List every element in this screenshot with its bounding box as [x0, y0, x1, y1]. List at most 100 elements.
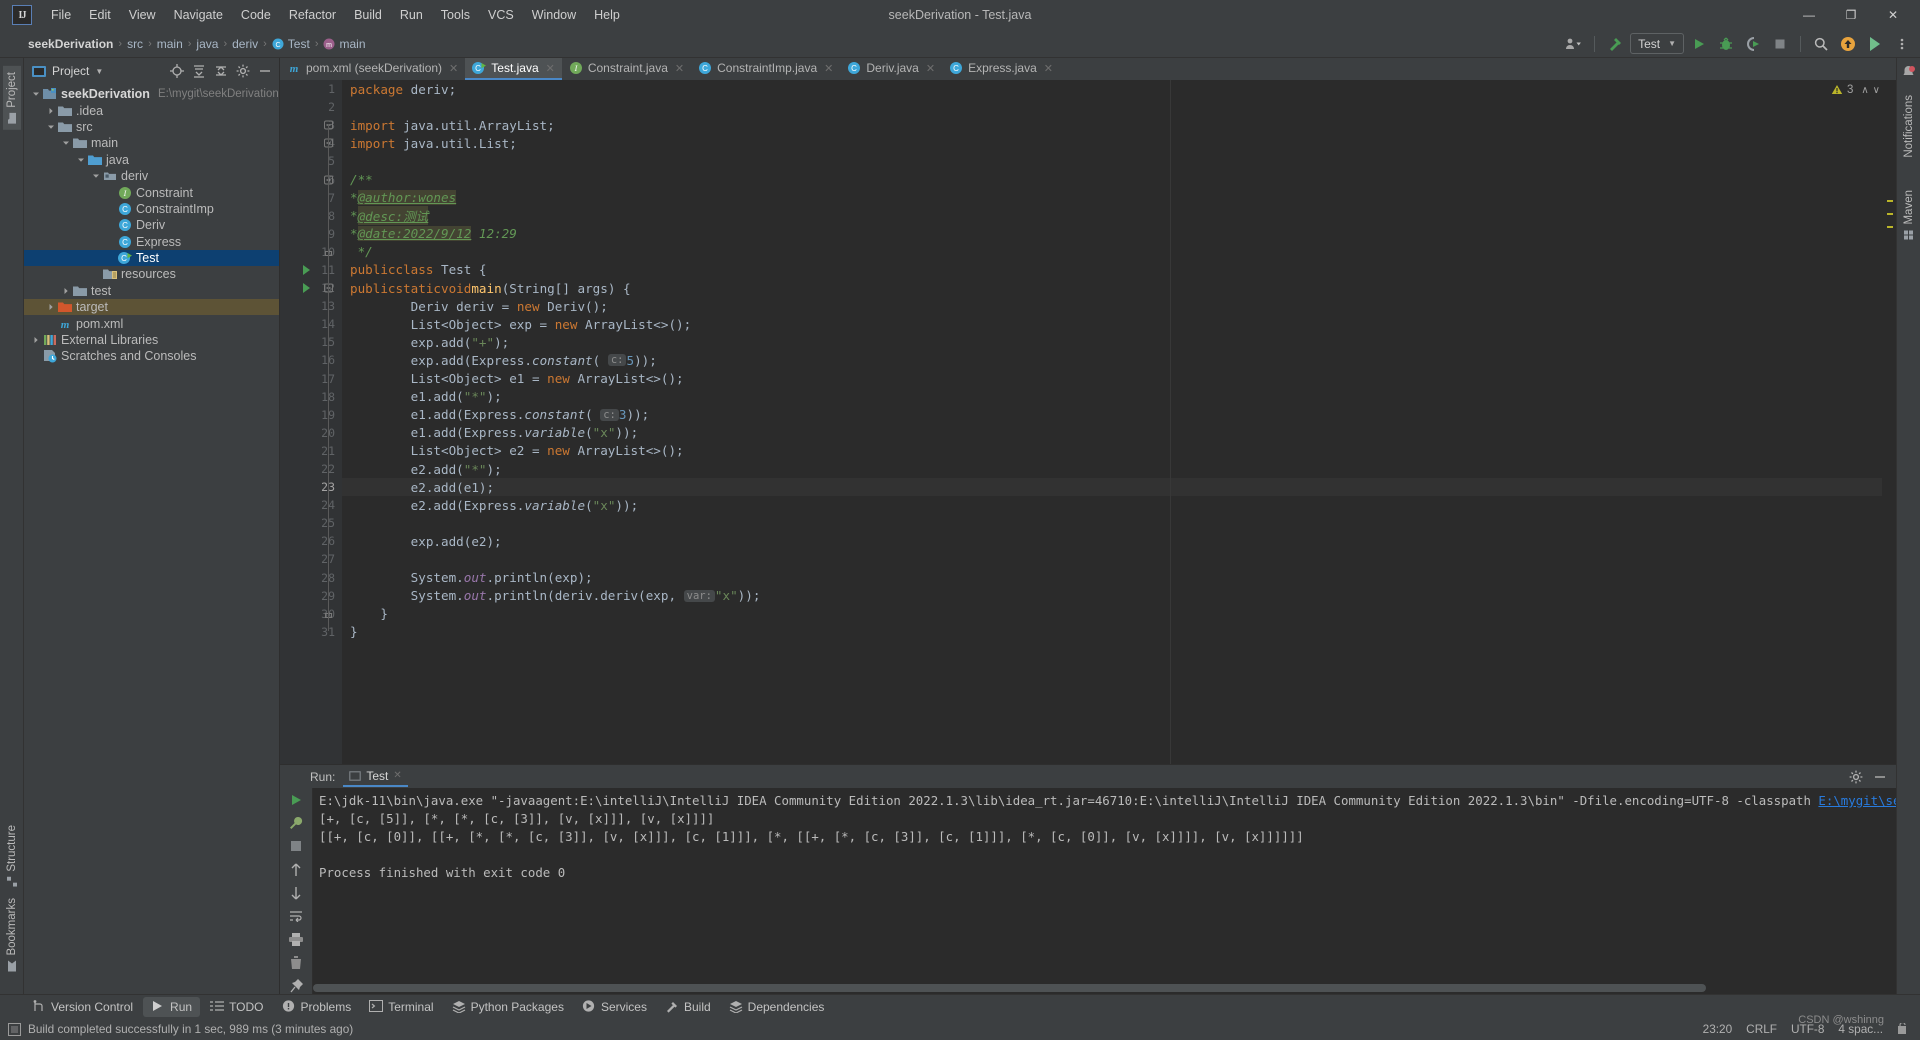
gutter-line-21[interactable]: 21: [280, 442, 342, 460]
search-everywhere-icon[interactable]: [1809, 33, 1833, 55]
gutter-line-3[interactable]: 3: [280, 116, 342, 134]
tree-node-seekderivation[interactable]: seekDerivation E:\mygit\seekDerivation: [24, 86, 279, 102]
print-icon[interactable]: [286, 932, 306, 947]
code-line-5[interactable]: [342, 152, 1882, 170]
menu-item-run[interactable]: Run: [391, 5, 432, 25]
debug-wrench-icon[interactable]: [286, 815, 306, 830]
code-line-22[interactable]: e2.add("*");: [342, 460, 1882, 478]
clear-all-icon[interactable]: [286, 955, 306, 970]
inspection-marker-strip[interactable]: [1882, 80, 1896, 764]
code-line-24[interactable]: e2.add(Express. variable("x"));: [342, 496, 1882, 514]
collapse-all-icon[interactable]: [211, 61, 231, 81]
tree-arrow-down[interactable]: [60, 138, 71, 149]
gutter-line-30[interactable]: 30: [280, 605, 342, 623]
update-project-icon[interactable]: [1836, 33, 1860, 55]
tree-arrow-down[interactable]: [30, 89, 41, 100]
project-tree[interactable]: seekDerivation E:\mygit\seekDerivation .id…: [24, 84, 279, 994]
tree-arrow-down[interactable]: [75, 154, 86, 165]
ide-feature-icon[interactable]: [1863, 33, 1887, 55]
tree-node-scratches-and-consoles[interactable]: Scratches and Consoles: [24, 348, 279, 364]
code-line-27[interactable]: [342, 550, 1882, 568]
bottom-tab-build[interactable]: Build: [657, 997, 719, 1017]
gutter-line-8[interactable]: 8: [280, 207, 342, 225]
maximize-button[interactable]: ❐: [1830, 1, 1872, 29]
editor-tab-test-java[interactable]: C Test.java ✕: [465, 58, 562, 80]
close-icon[interactable]: ✕: [675, 62, 684, 75]
nav-down-icon[interactable]: ∨: [1873, 85, 1880, 96]
menu-item-vcs[interactable]: VCS: [479, 5, 523, 25]
gutter-line-22[interactable]: 22: [280, 460, 342, 478]
gutter-line-27[interactable]: 27: [280, 550, 342, 568]
soft-wrap-icon[interactable]: [286, 909, 306, 924]
tree-node-deriv[interactable]: deriv: [24, 168, 279, 184]
editor-tab-bar[interactable]: m pom.xml (seekDerivation) ✕ C Test.java ✕ I Co…: [280, 58, 1896, 80]
menu-item-code[interactable]: Code: [232, 5, 280, 25]
breadcrumb-item-main[interactable]: main: [157, 37, 183, 51]
breadcrumb-item-test[interactable]: C Test: [272, 37, 310, 51]
console-horizontal-scrollbar[interactable]: [313, 984, 1896, 992]
stop-icon[interactable]: [286, 839, 306, 854]
expand-all-icon[interactable]: [189, 61, 209, 81]
code-line-6[interactable]: /**: [342, 170, 1882, 188]
tree-arrow-down[interactable]: [45, 121, 56, 132]
run-coverage-icon[interactable]: [1741, 33, 1765, 55]
line-separator[interactable]: CRLF: [1746, 1022, 1777, 1036]
gutter-line-29[interactable]: 29: [280, 587, 342, 605]
close-button[interactable]: ✕: [1872, 1, 1914, 29]
code-line-2[interactable]: [342, 98, 1882, 116]
code-text-area[interactable]: package deriv; import java.util.ArrayList…: [342, 80, 1882, 764]
tree-node-constraint[interactable]: I Constraint: [24, 184, 279, 200]
minimize-button[interactable]: —: [1788, 1, 1830, 29]
user-dropdown-icon[interactable]: [1562, 33, 1586, 55]
warning-marker[interactable]: [1887, 226, 1893, 228]
tree-arrow-right[interactable]: [45, 302, 56, 313]
gutter-line-15[interactable]: 15: [280, 333, 342, 351]
settings-gear-icon[interactable]: [1846, 767, 1866, 787]
tree-arrow-right[interactable]: [45, 105, 56, 116]
gutter-line-28[interactable]: 28: [280, 569, 342, 587]
run-icon[interactable]: [1687, 33, 1711, 55]
code-line-26[interactable]: exp.add(e2);: [342, 532, 1882, 550]
project-chevron-down-icon[interactable]: ▼: [95, 67, 103, 76]
gutter-line-24[interactable]: 24: [280, 496, 342, 514]
tree-node-main[interactable]: main: [24, 135, 279, 151]
gutter-line-2[interactable]: 2: [280, 98, 342, 116]
editor-tab-pom-xml--seekderivation-[interactable]: m pom.xml (seekDerivation) ✕: [280, 58, 465, 80]
tool-tab-bookmarks[interactable]: Bookmarks: [3, 892, 21, 978]
tree-node-java[interactable]: java: [24, 152, 279, 168]
gutter-line-26[interactable]: 26: [280, 532, 342, 550]
close-icon[interactable]: ✕: [1044, 62, 1053, 75]
bottom-tab-python-packages[interactable]: Python Packages: [444, 997, 572, 1017]
run-session-tab[interactable]: Test ✕: [343, 767, 408, 787]
read-only-icon[interactable]: [1897, 1022, 1910, 1036]
code-line-25[interactable]: [342, 514, 1882, 532]
tool-tab-structure[interactable]: Structure: [3, 819, 21, 893]
code-line-17[interactable]: List<Object> e1 = new ArrayList<>();: [342, 370, 1882, 388]
code-line-12[interactable]: public static void main (String[] args) {: [342, 279, 1882, 297]
gutter-line-7[interactable]: 7: [280, 189, 342, 207]
menu-item-edit[interactable]: Edit: [80, 5, 120, 25]
tree-arrow-right[interactable]: [30, 335, 41, 346]
breadcrumb-item-main[interactable]: m main: [323, 37, 366, 51]
status-message[interactable]: Build completed successfully in 1 sec, 9…: [28, 1022, 353, 1036]
code-line-23[interactable]: e2.add(e1);: [342, 478, 1882, 497]
tree-node-target[interactable]: target: [24, 299, 279, 316]
close-icon[interactable]: ✕: [449, 62, 458, 75]
gutter-line-23[interactable]: 23: [280, 478, 342, 496]
code-line-31[interactable]: }: [342, 623, 1882, 641]
close-icon[interactable]: ✕: [546, 62, 555, 75]
code-line-16[interactable]: exp.add(Express. constant( c: 5));: [342, 351, 1882, 369]
tree-node-test[interactable]: C Test: [24, 249, 279, 267]
close-icon[interactable]: ✕: [824, 62, 833, 75]
bottom-tab-problems[interactable]: Problems: [274, 997, 360, 1017]
console-classpath-link[interactable]: E:\mygit\seekDerivation\t: [1818, 793, 1896, 808]
bottom-tab-todo[interactable]: TODO: [202, 997, 271, 1017]
tree-node-deriv[interactable]: C Deriv: [24, 217, 279, 233]
hide-panel-icon[interactable]: [255, 61, 275, 81]
tree-node-src[interactable]: src: [24, 119, 279, 135]
hammer-build-icon[interactable]: [1603, 33, 1627, 55]
run-console-output[interactable]: E:\jdk-11\bin\java.exe "-javaagent:E:\in…: [312, 788, 1896, 994]
gutter-line-25[interactable]: 25: [280, 514, 342, 532]
code-line-19[interactable]: e1.add(Express. constant( c: 3));: [342, 406, 1882, 424]
tree-arrow-down[interactable]: [90, 171, 101, 182]
